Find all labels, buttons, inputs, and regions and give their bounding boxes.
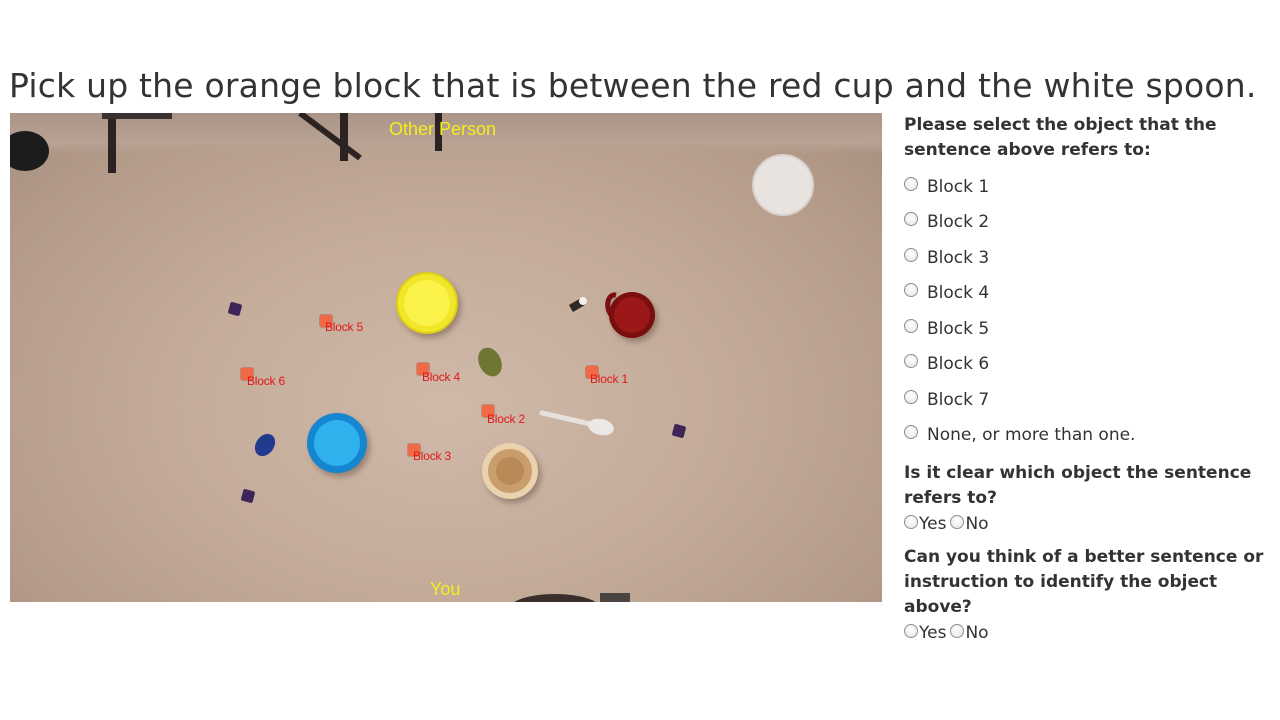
clarity-yes-option[interactable]: Yes	[904, 514, 946, 534]
better-sentence-no-option[interactable]: No	[950, 623, 989, 643]
radio-button[interactable]	[904, 425, 918, 440]
option-label: Block 2	[927, 212, 990, 233]
radio-button[interactable]	[904, 247, 918, 262]
green-fruit	[478, 347, 502, 377]
option-label: Yes	[919, 514, 947, 534]
block-label-3: Block 3	[413, 449, 451, 463]
option-label: Block 5	[927, 318, 990, 339]
other-person-label: Other Person	[389, 119, 497, 139]
blue-egg	[254, 433, 276, 457]
wood-bowl	[482, 443, 538, 499]
radio-button[interactable]	[904, 515, 918, 529]
option-block-4[interactable]: Block 4	[904, 276, 1274, 312]
option-label: Block 3	[927, 247, 990, 268]
chair-legs-decoration	[10, 113, 442, 173]
option-block-1[interactable]: Block 1	[904, 169, 1274, 205]
white-spoon	[539, 410, 614, 436]
block-label-4: Block 4	[422, 370, 460, 384]
option-block-7[interactable]: Block 7	[904, 382, 1274, 418]
radio-button[interactable]	[904, 283, 918, 298]
clarity-no-option[interactable]: No	[950, 514, 989, 534]
option-label: Block 6	[927, 354, 990, 375]
option-label: Block 4	[927, 283, 990, 304]
blue-bowl	[307, 413, 367, 473]
white-lid	[752, 154, 814, 216]
option-none[interactable]: None, or more than one.	[904, 418, 1274, 454]
radio-button[interactable]	[904, 624, 918, 638]
clarity-choices: Yes No	[904, 511, 1274, 537]
better-sentence-choices: Yes No	[904, 620, 1274, 646]
better-sentence-yes-option[interactable]: Yes	[904, 623, 946, 643]
questions-panel: Please select the object that the senten…	[904, 113, 1274, 646]
dark-object-bottom	[514, 594, 596, 602]
object-options-list: Block 1 Block 2 Block 3 Block 4 Block 5 …	[904, 169, 1274, 453]
scene-objects	[10, 113, 814, 602]
option-label: Yes	[919, 623, 947, 643]
block-label-1: Block 1	[590, 372, 628, 386]
option-label: None, or more than one.	[927, 425, 1136, 446]
instruction-sentence: Pick up the orange block that is between…	[9, 66, 1257, 105]
option-label: Block 7	[927, 389, 990, 410]
option-block-6[interactable]: Block 6	[904, 347, 1274, 383]
block-label-5: Block 5	[325, 320, 363, 334]
radio-button[interactable]	[904, 318, 918, 333]
question-clarity-title: Is it clear which object the sentence re…	[904, 463, 1252, 508]
option-block-5[interactable]: Block 5	[904, 311, 1274, 347]
radio-button[interactable]	[904, 212, 918, 227]
question-better-sentence-title: Can you think of a better sentence or in…	[904, 547, 1264, 617]
table-scene-image: Block 1 Block 2 Block 3 Block 4 Block 5 …	[10, 113, 882, 602]
you-label: You	[430, 579, 461, 599]
radio-button[interactable]	[904, 176, 918, 191]
option-label: Block 1	[927, 176, 990, 197]
radio-button[interactable]	[904, 354, 918, 369]
red-cup	[605, 292, 655, 338]
small-bottle	[568, 297, 587, 312]
option-block-3[interactable]: Block 3	[904, 240, 1274, 276]
radio-button[interactable]	[950, 515, 965, 529]
option-block-2[interactable]: Block 2	[904, 205, 1274, 241]
option-label: No	[965, 623, 989, 643]
option-label: No	[965, 514, 989, 534]
block-label-2: Block 2	[487, 412, 525, 426]
yellow-bowl	[396, 272, 458, 334]
radio-button[interactable]	[904, 389, 918, 404]
block-label-6: Block 6	[247, 374, 285, 388]
question-select-object-title: Please select the object that the senten…	[904, 115, 1217, 160]
radio-button[interactable]	[950, 624, 965, 638]
task-page: Pick up the orange block that is between…	[0, 0, 1280, 720]
